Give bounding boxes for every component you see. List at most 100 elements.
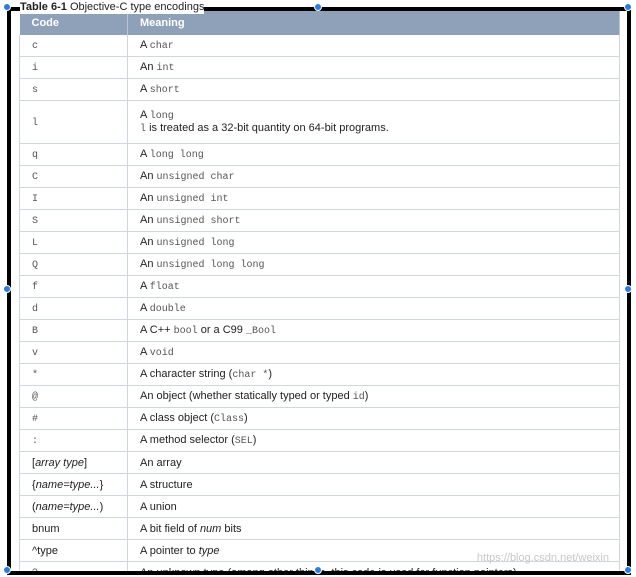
code-value: l — [32, 117, 39, 129]
meaning-cell: A double — [127, 297, 620, 320]
meaning-text: A — [140, 346, 150, 358]
meaning-type: char * — [232, 370, 269, 381]
meaning-text: An — [140, 61, 157, 73]
selected-image-frame[interactable]: Code Meaning c A char i An int s A short l A lo… — [7, 7, 631, 575]
meaning-text: An unknown type (among other things, thi… — [140, 566, 517, 575]
meaning-type: unsigned long — [156, 238, 235, 249]
meaning-text: A — [140, 109, 150, 121]
code-suffix: num — [38, 522, 60, 535]
code-placeholder: array type — [35, 456, 84, 469]
meaning-type: float — [149, 282, 180, 293]
meaning-type: unsigned long long — [156, 260, 265, 271]
resize-handle-top-right[interactable] — [624, 3, 632, 11]
table-row: Q An unsigned long long — [19, 253, 620, 276]
meaning-text: A — [140, 83, 150, 95]
meaning-cell: An object (whether statically typed or t… — [127, 385, 620, 408]
meaning-type: SEL — [234, 436, 253, 447]
meaning-type: unsigned char — [156, 172, 235, 183]
meaning-type: char — [149, 41, 174, 52]
resize-handle-bottom-left[interactable] — [3, 566, 11, 574]
meaning-text: An — [140, 236, 157, 248]
meaning-cell: A long long — [127, 143, 620, 166]
code-cell: c — [19, 35, 128, 57]
meaning-text: A — [140, 302, 150, 314]
resize-handle-middle-right[interactable] — [624, 285, 632, 293]
resize-handle-top-left[interactable] — [3, 3, 11, 11]
meaning-text: An object (whether statically typed or t… — [140, 390, 353, 402]
code-cell: B — [19, 319, 128, 342]
meaning-text: A bit field of — [140, 522, 200, 535]
code-cell: d — [19, 297, 128, 320]
code-value: q — [32, 150, 39, 161]
table-header-row: Code Meaning — [19, 11, 620, 35]
code-cell: # — [19, 407, 128, 430]
code-value: I — [32, 194, 39, 205]
meaning-text-suffix: or a C99 — [197, 324, 246, 336]
table-row: l A long l is treated as a 32-bit quantity… — [19, 100, 620, 144]
table-row: i An int — [19, 56, 620, 79]
meaning-cell: An unsigned short — [127, 209, 620, 232]
table-row: bnum A bit field of num bits — [19, 517, 620, 540]
table-row: s A short — [19, 78, 620, 101]
meaning-text-suffix: ) — [244, 412, 248, 424]
code-cell: bnum — [19, 517, 128, 540]
resize-handle-bottom-center[interactable] — [314, 566, 322, 574]
meaning-type: Class — [213, 414, 244, 425]
code-value: ? — [32, 568, 39, 575]
meaning-cell: A structure — [127, 473, 620, 496]
code-cell: i — [19, 56, 128, 79]
table-row: c A char — [19, 35, 620, 57]
table-row: : A method selector (SEL) — [19, 429, 620, 452]
meaning-type: unsigned int — [156, 194, 229, 205]
meaning-cell: An unsigned long — [127, 231, 620, 254]
meaning-cell: A class object (Class) — [127, 407, 620, 430]
meaning-type: id — [352, 392, 365, 403]
meaning-type: int — [156, 63, 175, 74]
resize-handle-bottom-right[interactable] — [624, 566, 632, 574]
code-cell: ? — [19, 561, 128, 575]
table-row: B A C++ bool or a C99 _Bool — [19, 319, 620, 342]
resize-handle-middle-left[interactable] — [3, 285, 11, 293]
code-cell: [array type] — [19, 451, 128, 474]
meaning-type: short — [149, 85, 180, 96]
meaning-cell: A method selector (SEL) — [127, 429, 620, 452]
code-column-header: Code — [19, 11, 128, 35]
code-cell: : — [19, 429, 128, 452]
code-cell: l — [19, 100, 128, 144]
table-row: * A character string (char *) — [19, 363, 620, 386]
meaning-placeholder: num — [199, 522, 222, 535]
code-value: L — [32, 238, 39, 249]
meaning-cell: A C++ bool or a C99 _Bool — [127, 319, 620, 342]
code-value: * — [32, 370, 39, 381]
meaning-text: A union — [140, 500, 177, 513]
table-row: C An unsigned char — [19, 165, 620, 188]
code-prefix: ^type — [32, 544, 58, 557]
table-row: (name=type...) A union — [19, 495, 620, 518]
code-cell: f — [19, 275, 128, 298]
code-value: C — [32, 172, 39, 183]
meaning-type: long — [149, 111, 174, 122]
code-value: s — [32, 85, 39, 96]
code-cell: C — [19, 165, 128, 188]
code-value: S — [32, 216, 39, 227]
code-suffix: } — [99, 478, 104, 491]
table-row: I An unsigned int — [19, 187, 620, 210]
meaning-text: An — [140, 192, 157, 204]
resize-handle-top-center[interactable] — [314, 3, 322, 11]
table-row: f A float — [19, 275, 620, 298]
meaning-cell: A char — [127, 35, 620, 57]
meaning-text-suffix: ) — [252, 434, 257, 446]
meaning-cell: A long l is treated as a 32-bit quantity … — [127, 100, 620, 144]
meaning-cell: A float — [127, 275, 620, 298]
code-value: d — [32, 304, 39, 315]
table-row: v A void — [19, 341, 620, 364]
meaning-type: long long — [149, 150, 204, 161]
code-cell: L — [19, 231, 128, 254]
code-suffix: ] — [83, 456, 88, 469]
code-value: : — [32, 436, 39, 447]
meaning-text: A structure — [140, 478, 193, 491]
table-row: S An unsigned short — [19, 209, 620, 232]
code-cell: ^type — [19, 539, 128, 562]
meaning-type: unsigned short — [156, 216, 241, 227]
code-cell: {name=type...} — [19, 473, 128, 496]
